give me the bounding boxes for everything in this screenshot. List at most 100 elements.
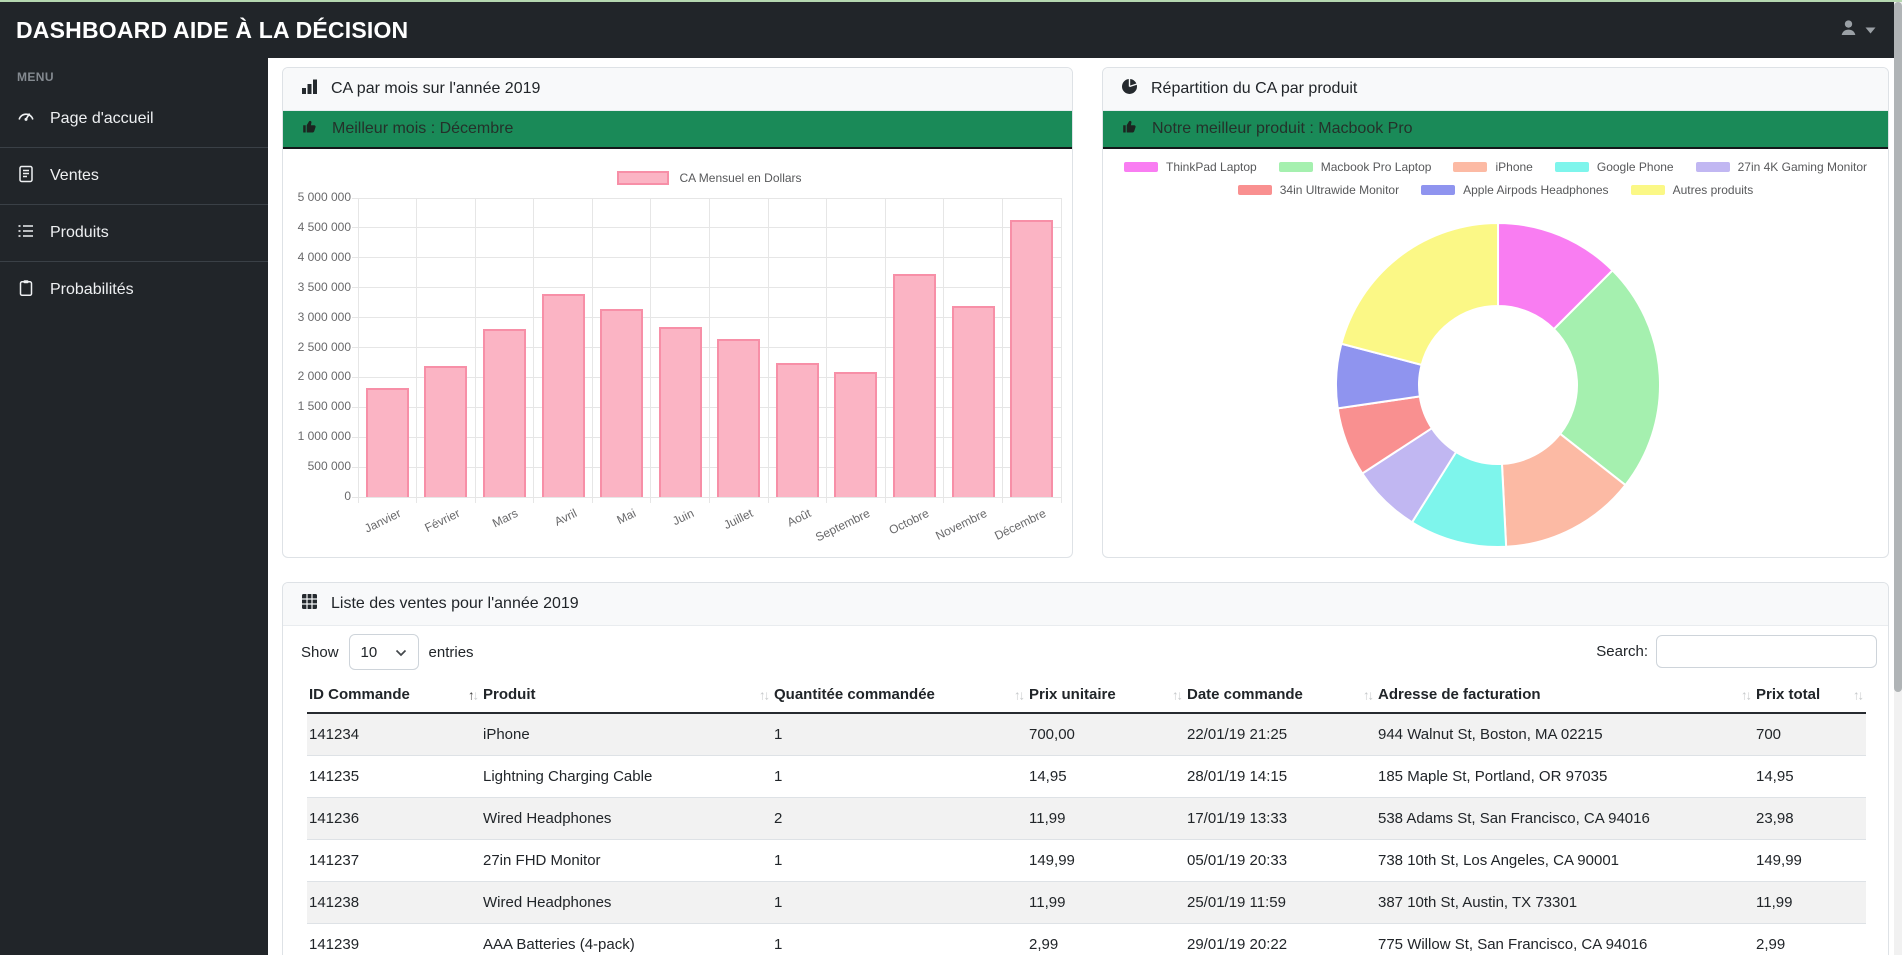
list-icon	[17, 222, 35, 245]
column-label: Prix unitaire	[1029, 686, 1116, 703]
column-label: Adresse de facturation	[1378, 686, 1541, 703]
doughnut-slice-autres-produits[interactable]	[1340, 221, 1499, 367]
y-axis-label: 500 000	[307, 459, 351, 474]
x-gridline	[474, 198, 476, 503]
table-cell: 05/01/19 20:33	[1185, 839, 1376, 882]
table-cell: iPhone	[481, 713, 772, 756]
chevron-down-icon	[395, 644, 407, 661]
x-axis-label: Juin	[670, 506, 697, 529]
bar-janvier	[365, 388, 409, 497]
x-gridline	[884, 198, 886, 503]
x-axis-label: Février	[422, 506, 463, 535]
y-axis-label: 0	[344, 489, 351, 503]
table-cell: 11,99	[1027, 797, 1185, 840]
search-input[interactable]	[1656, 635, 1877, 668]
card-sales-title: Liste des ventes pour l'année 2019	[331, 595, 579, 612]
y-axis-label: 1 000 000	[297, 429, 351, 444]
sidebar-menu-label: MENU	[17, 70, 54, 84]
page-scrollbar-thumb[interactable]	[1894, 2, 1902, 692]
sidebar-item-probabilites[interactable]: Probabilités	[0, 261, 268, 318]
table-cell: 141239	[307, 923, 481, 955]
table-cell: 23,98	[1754, 797, 1866, 840]
user-menu[interactable]	[1839, 18, 1876, 42]
column-header-adresse-de-facturation[interactable]: Adresse de facturation ↑↓	[1376, 677, 1754, 714]
sort-icon: ↑↓	[1014, 687, 1025, 702]
column-header-id-commande[interactable]: ID Commande ↑↓	[307, 677, 481, 714]
table-cell: Wired Headphones	[481, 797, 772, 840]
table-cell: 2	[772, 797, 1027, 840]
table-cell: 11,99	[1754, 881, 1866, 924]
y-axis-label: 3 500 000	[297, 279, 351, 294]
table-cell: 1	[772, 839, 1027, 882]
x-gridline	[709, 198, 710, 503]
product-doughnut-chart: ThinkPad Laptop Macbook Pro Laptop iPhone G…	[1103, 151, 1888, 557]
app-title: DASHBOARD AIDE À LA DÉCISION	[16, 16, 409, 43]
page-size-value: 10	[360, 643, 378, 661]
table-row: 141239 AAA Batteries (4-pack) 1 2,99 29/01/1…	[307, 923, 1866, 955]
x-axis-label: Mai	[614, 506, 638, 528]
show-label: Show	[301, 643, 339, 661]
table-cell: 700	[1754, 713, 1866, 756]
table-cell: 700,00	[1027, 713, 1185, 756]
doughnut-svg	[1335, 221, 1661, 548]
table-cell: 1	[772, 881, 1027, 924]
bar-decembre	[1010, 220, 1054, 497]
bar-chart-legend[interactable]: CA Mensuel en Dollars	[358, 171, 1061, 185]
column-header-produit[interactable]: Produit ↑↓	[481, 677, 772, 714]
person-icon	[1839, 18, 1858, 42]
table-cell: 185 Maple St, Portland, OR 97035	[1376, 755, 1754, 798]
bar-juin	[658, 327, 702, 497]
x-axis-label: Avril	[552, 506, 580, 529]
column-label: Produit	[483, 686, 536, 703]
column-header-prix-unitaire[interactable]: Prix unitaire ↑↓	[1027, 677, 1185, 714]
table-cell: 25/01/19 11:59	[1185, 881, 1376, 924]
table-cell: 1	[772, 923, 1027, 955]
y-axis-label: 2 500 000	[297, 339, 351, 354]
card-sales-header: Liste des ventes pour l'année 2019	[283, 583, 1888, 626]
sidebar: MENU Page d'accueil Ventes Produits Probabi…	[0, 58, 268, 955]
x-gridline	[357, 198, 359, 503]
table-row: 141236 Wired Headphones 2 11,99 17/01/19 13:…	[307, 797, 1866, 840]
table-cell: 27in FHD Monitor	[481, 839, 772, 882]
card-products-title: Répartition du CA par produit	[1151, 80, 1358, 97]
table-cell: 1	[772, 755, 1027, 798]
sidebar-item-produits[interactable]: Produits	[0, 204, 268, 261]
bar-fevrier	[424, 366, 468, 497]
table-row: 141237 27in FHD Monitor 1 149,99 05/01/19 20…	[307, 839, 1866, 882]
x-gridline	[416, 198, 418, 503]
page-scrollbar-track[interactable]	[1894, 0, 1902, 955]
sort-icon: ↑↓	[1172, 687, 1183, 702]
x-gridline	[591, 198, 593, 503]
bar-juillet	[717, 339, 761, 497]
table-icon	[301, 593, 318, 615]
sidebar-item-page-d-accueil[interactable]: Page d'accueil	[0, 90, 268, 147]
table-row: 141234 iPhone 1 700,00 22/01/19 21:25 944 Wal…	[307, 713, 1866, 756]
table-cell: 28/01/19 14:15	[1185, 755, 1376, 798]
x-axis-label: Mars	[490, 506, 521, 531]
y-axis-label: 5 000 000	[297, 190, 351, 204]
table-cell: 141234	[307, 713, 481, 756]
x-gridline	[533, 198, 535, 503]
column-header-prix-total[interactable]: Prix total ↑↓	[1754, 677, 1866, 714]
x-gridline	[1001, 198, 1003, 503]
table-cell: 17/01/19 13:33	[1185, 797, 1376, 840]
column-header-date-commande[interactable]: Date commande ↑↓	[1185, 677, 1376, 714]
sidebar-item-label: Page d'accueil	[50, 109, 154, 127]
clipboard-icon	[17, 279, 35, 302]
y-axis-label: 4 000 000	[297, 249, 351, 264]
x-axis-label: Novembre	[933, 506, 990, 543]
main-content: CA par mois sur l'année 2019 Meilleur mo…	[268, 58, 1894, 955]
legend-label: CA Mensuel en Dollars	[679, 171, 802, 185]
best-product-banner-text: Notre meilleur produit : Macbook Pro	[1152, 120, 1413, 137]
sidebar-item-ventes[interactable]: Ventes	[0, 147, 268, 204]
card-monthly-revenue: CA par mois sur l'année 2019 Meilleur mo…	[282, 67, 1073, 558]
sort-icon: ↑↓	[468, 687, 479, 702]
column-header-quantitee-commandee[interactable]: Quantitée commandée ↑↓	[772, 677, 1027, 714]
table-cell: 2,99	[1754, 923, 1866, 955]
window-top-edge	[0, 0, 1902, 2]
column-label: Prix total	[1756, 686, 1821, 703]
speedometer-icon	[17, 107, 35, 130]
x-gridline	[767, 198, 769, 503]
page-size-select[interactable]: 10	[348, 634, 419, 670]
table-cell: 944 Walnut St, Boston, MA 02215	[1376, 713, 1754, 756]
